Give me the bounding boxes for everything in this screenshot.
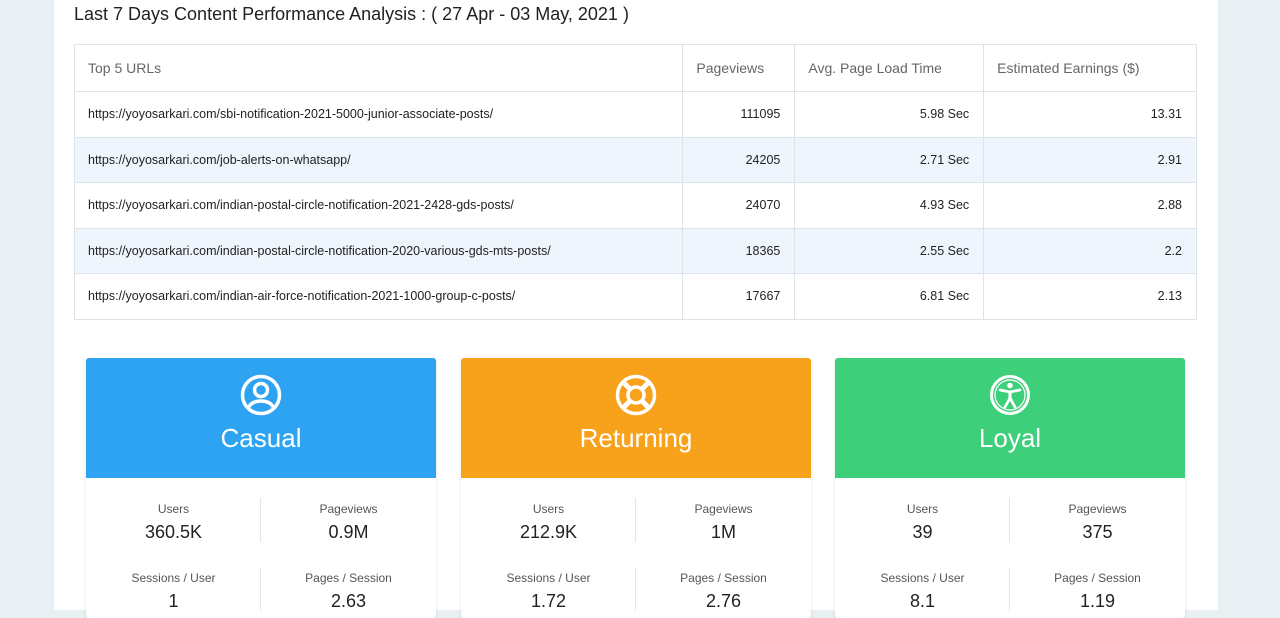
load-time-cell: 6.81 Sec xyxy=(794,273,985,320)
stat-sessions-per-user: Sessions / User 8.1 xyxy=(835,571,1010,612)
page-title: Last 7 Days Content Performance Analysis… xyxy=(74,4,629,24)
stat-users: Users 39 xyxy=(835,502,1010,543)
stat-value: 1M xyxy=(710,522,736,542)
stat-value: 2.63 xyxy=(330,591,367,611)
pageviews-cell: 24205 xyxy=(682,136,796,183)
accessibility-icon xyxy=(990,375,1030,415)
stat-pages-per-session: Pages / Session 2.63 xyxy=(261,571,436,612)
stat-pages-per-session: Pages / Session 2.76 xyxy=(636,571,811,612)
earnings-cell: 2.2 xyxy=(983,227,1197,274)
stat-value: 375 xyxy=(1082,522,1113,542)
stat-value: 39 xyxy=(912,522,933,542)
stat-pages-per-session: Pages / Session 1.19 xyxy=(1010,571,1185,612)
column-header-pageviews[interactable]: Pageviews xyxy=(682,44,796,92)
visitor-card-casual: Casual Users 360.5K Pageviews 0.9M Sessi… xyxy=(86,358,436,618)
stat-value: 0.9M xyxy=(328,522,369,542)
stat-pageviews: Pageviews 0.9M xyxy=(261,502,436,543)
table-row: https://yoyosarkari.com/indian-air-force… xyxy=(73,273,1197,320)
column-header-earnings[interactable]: Estimated Earnings ($) xyxy=(983,44,1197,92)
load-time-cell: 5.98 Sec xyxy=(794,91,985,138)
stat-sessions-per-user: Sessions / User 1.72 xyxy=(461,571,636,612)
stat-value: 2.76 xyxy=(705,591,742,611)
card-title: Returning xyxy=(579,423,693,453)
stat-label: Pages / Session xyxy=(305,571,392,585)
card-title: Casual xyxy=(220,423,302,453)
card-header: Loyal xyxy=(835,358,1185,478)
stat-label: Users xyxy=(157,502,190,516)
load-time-cell: 2.55 Sec xyxy=(794,227,985,274)
url-cell: https://yoyosarkari.com/sbi-notification… xyxy=(73,91,684,138)
life-ring-icon xyxy=(615,374,657,416)
card-header: Returning xyxy=(461,358,811,478)
earnings-cell: 2.91 xyxy=(983,136,1197,183)
stat-value: 1.72 xyxy=(530,591,567,611)
earnings-cell: 2.88 xyxy=(983,182,1197,229)
table-row: https://yoyosarkari.com/indian-postal-ci… xyxy=(73,182,1197,229)
stat-value: 212.9K xyxy=(519,522,578,542)
stat-label: Sessions / User xyxy=(131,571,216,585)
url-cell: https://yoyosarkari.com/job-alerts-on-wh… xyxy=(73,136,684,183)
stat-value: 360.5K xyxy=(144,522,203,542)
stat-value: 8.1 xyxy=(909,591,936,611)
column-header-urls[interactable]: Top 5 URLs xyxy=(73,44,684,92)
stat-value: 1.19 xyxy=(1079,591,1116,611)
pageviews-cell: 111095 xyxy=(682,91,796,138)
stat-label: Sessions / User xyxy=(506,571,591,585)
table-row: https://yoyosarkari.com/sbi-notification… xyxy=(73,91,1197,138)
table-header-row: Top 5 URLs Pageviews Avg. Page Load Time… xyxy=(73,44,1197,92)
card-header: Casual xyxy=(86,358,436,478)
stat-users: Users 360.5K xyxy=(86,502,261,543)
card-title: Loyal xyxy=(978,423,1042,453)
page-gutter xyxy=(1254,0,1280,610)
pageviews-cell: 17667 xyxy=(682,273,796,320)
stat-label: Pageviews xyxy=(1068,502,1127,516)
table-row: https://yoyosarkari.com/job-alerts-on-wh… xyxy=(73,136,1197,183)
stat-label: Users xyxy=(906,502,939,516)
earnings-cell: 13.31 xyxy=(983,91,1197,138)
stat-label: Pages / Session xyxy=(680,571,767,585)
top-urls-table: Top 5 URLs Pageviews Avg. Page Load Time… xyxy=(73,44,1197,320)
url-cell: https://yoyosarkari.com/indian-air-force… xyxy=(73,273,684,320)
stat-label: Pageviews xyxy=(694,502,753,516)
stat-sessions-per-user: Sessions / User 1 xyxy=(86,571,261,612)
stat-label: Pageviews xyxy=(319,502,378,516)
column-header-load-time[interactable]: Avg. Page Load Time xyxy=(794,44,985,92)
url-cell: https://yoyosarkari.com/indian-postal-ci… xyxy=(73,227,684,274)
stat-pageviews: Pageviews 1M xyxy=(636,502,811,543)
visitor-card-returning: Returning Users 212.9K Pageviews 1M Sess… xyxy=(461,358,811,618)
stat-pageviews: Pageviews 375 xyxy=(1010,502,1185,543)
visitor-card-loyal: Loyal Users 39 Pageviews 375 Sessions / … xyxy=(835,358,1185,618)
load-time-cell: 2.71 Sec xyxy=(794,136,985,183)
stat-label: Pages / Session xyxy=(1054,571,1141,585)
stat-value: 1 xyxy=(168,591,179,611)
stat-label: Sessions / User xyxy=(880,571,965,585)
url-cell: https://yoyosarkari.com/indian-postal-ci… xyxy=(73,182,684,229)
table-row: https://yoyosarkari.com/indian-postal-ci… xyxy=(73,227,1197,274)
pageviews-cell: 18365 xyxy=(682,227,796,274)
stat-users: Users 212.9K xyxy=(461,502,636,543)
earnings-cell: 2.13 xyxy=(983,273,1197,320)
user-circle-icon xyxy=(240,374,282,416)
load-time-cell: 4.93 Sec xyxy=(794,182,985,229)
stat-label: Users xyxy=(532,502,565,516)
pageviews-cell: 24070 xyxy=(682,182,796,229)
